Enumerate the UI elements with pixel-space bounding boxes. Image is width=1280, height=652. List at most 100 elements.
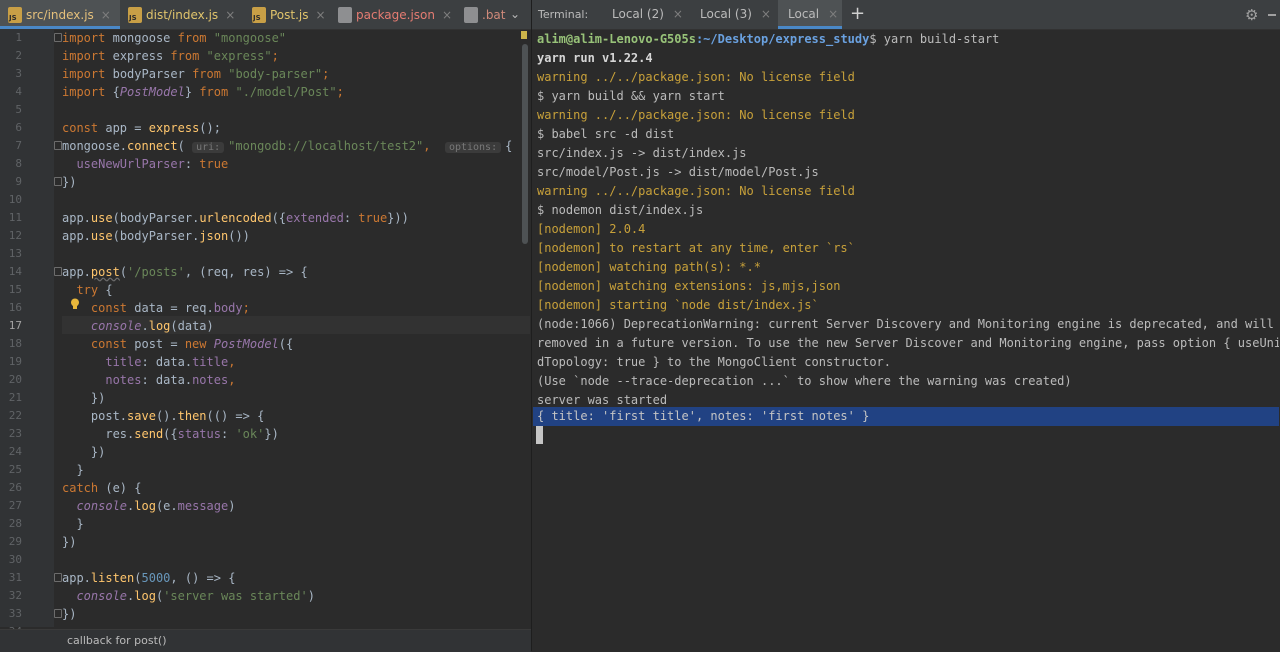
close-icon[interactable]: × [761,7,771,21]
line-number: 15 [8,283,22,296]
terminal-output[interactable]: alim@alim-Lenovo-G505s:~/Desktop/express… [532,29,1280,651]
close-icon[interactable]: × [442,8,452,22]
close-icon[interactable]: × [316,8,326,22]
code-line: }) [62,607,77,621]
bat-file-icon [464,6,478,23]
terminal-line: [nodemon] starting `node dist/index.js` [537,298,819,312]
tab-label: dist/index.js [146,7,219,22]
code-line: import express from "express"; [62,49,279,63]
tab-bat[interactable]: .bat [456,0,506,29]
terminal-line: removed in a future version. To use the … [537,336,1279,350]
terminal-cursor [536,426,543,444]
fold-marker[interactable] [54,33,62,42]
code-line: app.use(bodyParser.json()) [62,229,250,243]
tab-label: src/index.js [26,7,94,22]
ide-window: JS src/index.js × JS dist/index.js × JS … [0,0,1280,652]
tab-label: Local (3) [700,7,752,21]
line-number: 11 [8,211,22,224]
line-number: 18 [8,337,22,350]
line-number: 5 [15,103,22,116]
code-line: }) [90,445,106,459]
line-number: 30 [8,553,22,566]
code-line: } [76,517,84,531]
terminal-line: $ nodemon dist/index.js [537,203,704,217]
code-line: const app = express(); [62,121,221,135]
close-icon[interactable]: × [673,7,683,21]
terminal-line: [nodemon] 2.0.4 [537,222,646,236]
code-line: const post = new PostModel({ [90,337,294,351]
code-line: app.listen(5000, () => { [62,571,236,585]
terminal-title: Terminal: [538,8,589,21]
code-line: app.post('/posts', (req, res) => { [62,265,308,279]
terminal-line: (Use `node --trace-deprecation ...` to s… [537,374,1072,388]
code-area[interactable]: import mongoose from "mongoose" import e… [62,29,520,627]
line-number: 4 [15,85,22,98]
fold-marker[interactable] [54,573,62,582]
line-number-gutter: 1 2 3 4 5 6 7 8 9 10 11 12 13 14 15 16 1… [0,29,54,638]
line-number: 19 [8,355,22,368]
terminal-line: warning ../../package.json: No license f… [537,184,855,198]
line-number: 32 [8,589,22,602]
tab-local[interactable]: Local × [778,0,842,29]
minimize-icon[interactable] [1268,14,1276,16]
param-hint: options: [444,142,502,153]
chevron-down-icon[interactable]: ⌄ [510,7,520,21]
code-line: }) [90,391,106,405]
code-line: app.use(bodyParser.urlencoded({extended:… [62,211,409,225]
code-line: console.log('server was started') [76,589,315,603]
line-number: 33 [8,607,22,620]
line-number: 8 [15,157,22,170]
code-line: mongoose.connect( uri: "mongodb://localho… [62,139,513,153]
fold-marker[interactable] [54,141,62,150]
line-number: 1 [15,31,22,44]
terminal-line: (node:1066) DeprecationWarning: current … [537,317,1279,331]
terminal-panel: Terminal: Local (2) × Local (3) × Local × +… [532,0,1280,651]
line-number: 22 [8,409,22,422]
warning-marker[interactable] [521,31,527,39]
line-number: 9 [15,175,22,188]
tab-label: Local [788,7,820,21]
tab-label: package.json [356,7,436,22]
code-line: console.log(data) [90,319,214,333]
line-number: 23 [8,427,22,440]
lightbulb-icon[interactable] [70,298,80,310]
js-file-icon: JS [252,6,266,23]
tab-post-js[interactable]: JS Post.js × [244,0,330,29]
tab-label: .bat [482,7,506,22]
tab-package-json[interactable]: package.json × [330,0,456,29]
terminal-line: $ yarn build && yarn start [537,89,725,103]
terminal-line: $ babel src -d dist [537,127,675,141]
tab-local-3[interactable]: Local (3) × [700,0,786,29]
terminal-line: [nodemon] watching path(s): *.* [537,260,761,274]
line-number: 16 [8,301,22,314]
js-file-icon: JS [128,6,142,23]
terminal-line: warning ../../package.json: No license f… [537,108,855,122]
tab-local-2[interactable]: Local (2) × [612,0,696,29]
breadcrumb-bar: callback for post() [0,629,531,652]
tab-src-index-js[interactable]: JS src/index.js × [0,0,120,29]
tab-dist-index-js[interactable]: JS dist/index.js × [120,0,244,29]
gear-icon[interactable]: ⚙ [1245,6,1258,24]
terminal-line: alim@alim-Lenovo-G505s:~/Desktop/express… [537,32,1000,46]
line-number: 20 [8,373,22,386]
close-icon[interactable]: × [225,8,235,22]
fold-marker[interactable] [54,267,62,276]
close-icon[interactable]: × [101,8,111,22]
line-number: 14 [8,265,22,278]
line-number: 26 [8,481,22,494]
line-number: 10 [8,193,22,206]
code-line: }) [62,175,77,189]
close-icon[interactable]: × [828,7,838,21]
terminal-line-selected: { title: 'first title', notes: 'first no… [533,407,1279,426]
fold-marker[interactable] [54,609,62,618]
breadcrumb[interactable]: callback for post() [67,634,167,647]
param-hint: uri: [192,142,225,153]
code-line: notes: data.notes, [105,373,236,387]
code-editor: JS src/index.js × JS dist/index.js × JS … [0,0,531,652]
add-tab-icon[interactable]: + [850,3,865,24]
fold-marker[interactable] [54,177,62,186]
code-line: import bodyParser from "body-parser"; [62,67,330,81]
line-number: 29 [8,535,22,548]
editor-scrollbar[interactable] [522,44,528,244]
terminal-line: src/index.js -> dist/index.js [537,146,747,160]
